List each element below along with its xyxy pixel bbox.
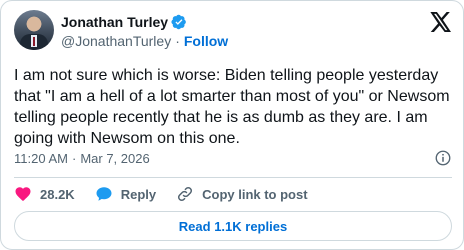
tweet-time[interactable]: 11:20 AM [14, 151, 68, 166]
x-logo-icon[interactable] [430, 12, 452, 32]
like-button[interactable]: 28.2K [14, 185, 75, 203]
heart-icon [15, 187, 31, 202]
verified-badge-icon [171, 14, 186, 30]
handle-separator: · [175, 33, 180, 49]
tweet-timestamp-row: 11:20 AM · Mar 7, 2026 [14, 149, 452, 167]
author-info: Jonathan Turley @JonathanTurley · Follow [61, 13, 228, 49]
tweet-embed-card: Jonathan Turley @JonathanTurley · Follow… [0, 0, 464, 250]
read-replies-button[interactable]: Read 1.1K replies [14, 211, 452, 241]
like-count: 28.2K [40, 186, 75, 202]
tweet-date[interactable]: Mar 7, 2026 [80, 151, 149, 166]
copy-link-button[interactable]: Copy link to post [176, 185, 308, 203]
info-icon[interactable] [434, 149, 452, 167]
copy-link-label: Copy link to post [202, 186, 308, 202]
reply-label: Reply [120, 186, 157, 202]
display-name-row: Jonathan Turley [61, 13, 228, 31]
author-handle[interactable]: @JonathanTurley [61, 33, 171, 49]
avatar-tie [33, 37, 35, 46]
reply-button[interactable]: Reply [95, 185, 156, 203]
speech-bubble-icon [96, 187, 112, 201]
tweet-header: Jonathan Turley @JonathanTurley · Follow [14, 10, 452, 52]
author-display-name[interactable]: Jonathan Turley [61, 14, 168, 30]
timestamp-separator: · [71, 150, 77, 166]
avatar[interactable] [14, 10, 54, 50]
handle-row: @JonathanTurley · Follow [61, 33, 228, 49]
follow-link[interactable]: Follow [184, 33, 228, 49]
link-icon [178, 186, 193, 202]
action-bar: 28.2K Reply Copy link to post [14, 184, 328, 204]
divider [14, 177, 452, 178]
tweet-text: I am not sure which is worse: Biden tell… [14, 67, 450, 147]
